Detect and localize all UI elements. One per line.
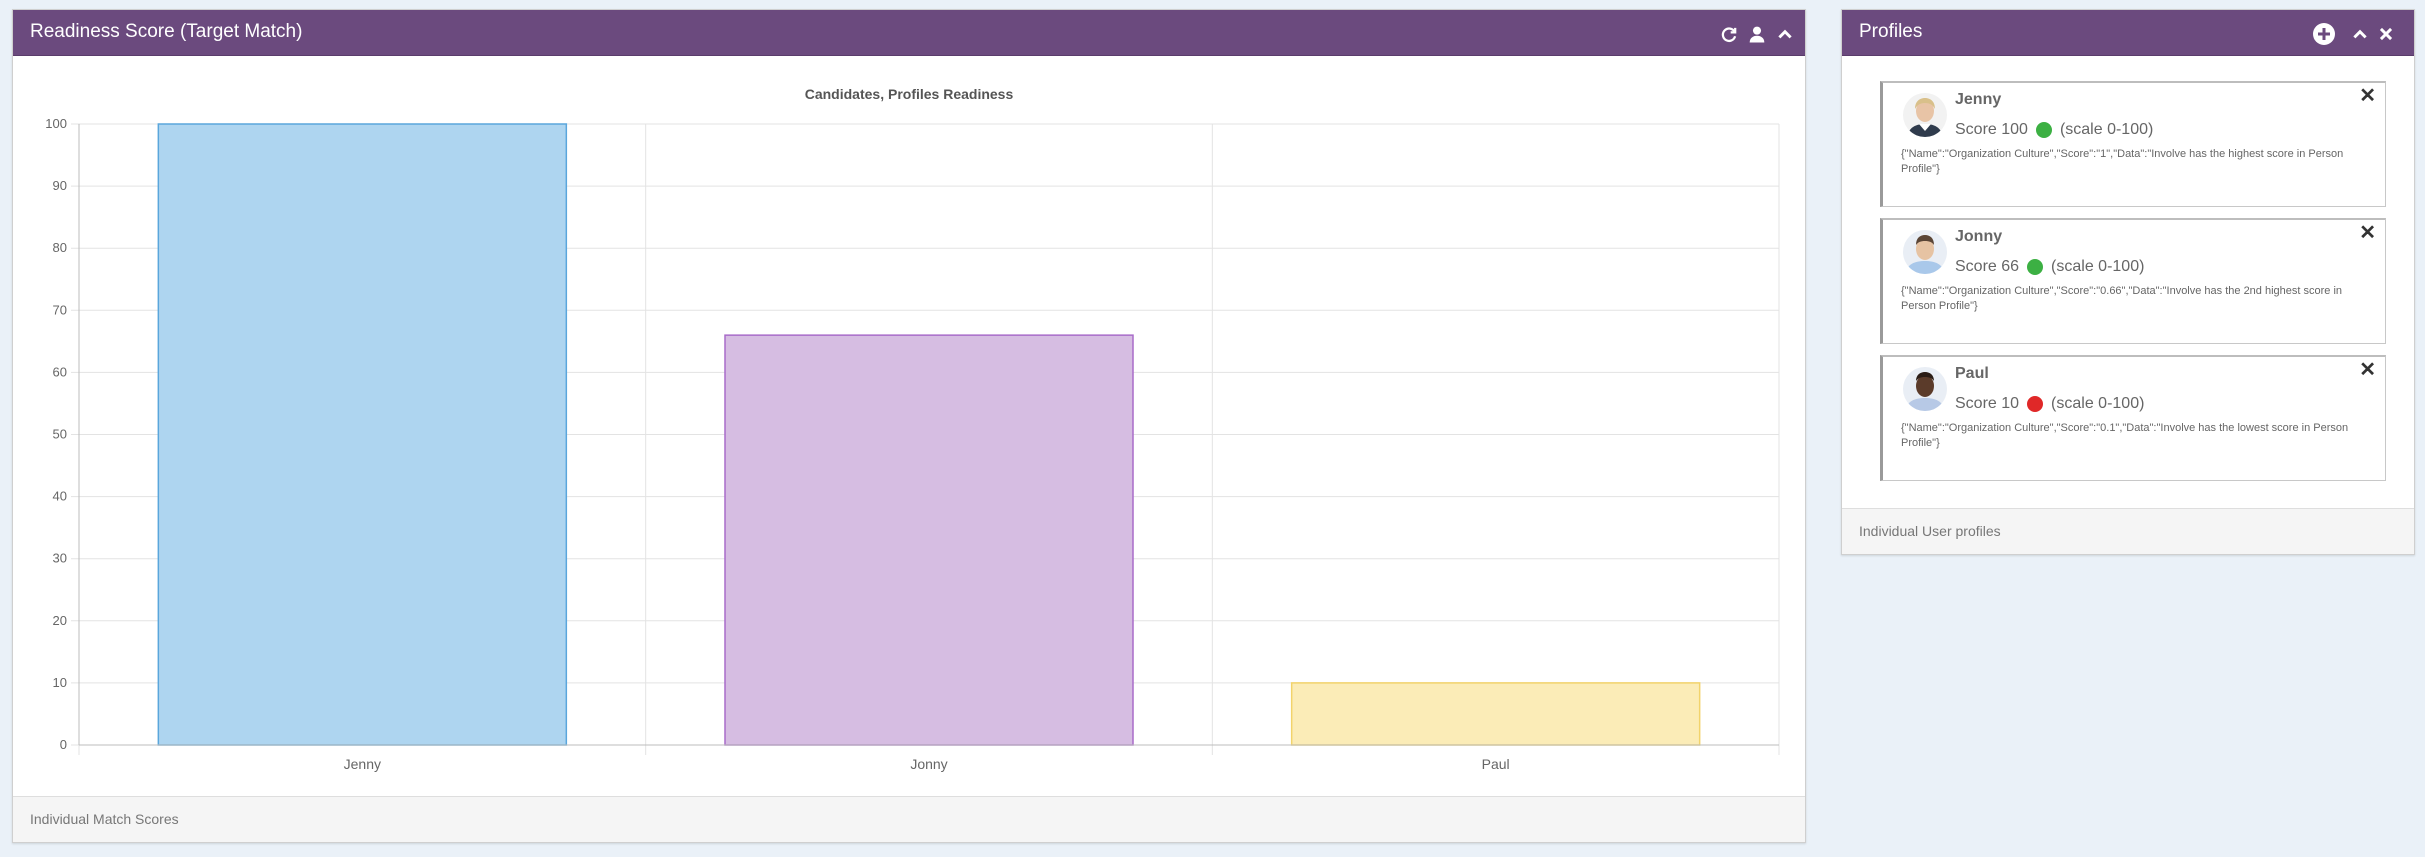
avatar [1903,93,1947,137]
plus-circle-icon[interactable] [2312,22,2336,46]
readiness-bar-chart: Candidates, Profiles Readiness 0 10 20 30 40… [45,86,1780,772]
y-tick-label: 20 [53,613,67,628]
score-text: Score 66 [1955,258,2020,275]
panel-footer: Individual User profiles [1842,508,2414,554]
y-tick-label: 50 [53,427,67,442]
profile-score: Score 10 (scale 0-100) [1955,395,2144,413]
profile-data: {"Name":"Organization Culture","Score":"… [1901,422,2349,449]
profile-score: Score 100 (scale 0-100) [1955,121,2153,139]
score-text: Score 10 [1955,395,2020,412]
profiles-panel: Profiles Jenny Score 100 (scale 0-100) {… [1841,9,2415,555]
profile-name: Jonny [1955,228,2003,245]
profile-score: Score 66 (scale 0-100) [1955,258,2144,276]
profile-data: {"Name":"Organization Culture","Score":"… [1901,285,2343,312]
y-tick-label: 30 [53,551,67,566]
y-tick-label: 10 [53,675,67,690]
chart-title: Candidates, Profiles Readiness [805,86,1014,102]
panel-title: Readiness Score (Target Match) [30,21,303,42]
profile-data: {"Name":"Organization Culture","Score":"… [1901,148,2344,175]
bar [724,334,1134,746]
close-icon[interactable]: ✕ [2359,360,2376,380]
status-dot-icon [2027,396,2044,412]
x-tick-label: Paul [1482,756,1510,772]
close-icon[interactable] [2377,25,2395,43]
footer-label: Individual Match Scores [30,811,179,827]
chevron-up-icon[interactable] [1776,25,1794,43]
x-tick-label: Jenny [344,756,381,772]
panel-header: Readiness Score (Target Match) [13,10,1805,56]
user-icon[interactable] [1748,25,1766,43]
footer-label: Individual User profiles [1859,523,2001,539]
status-dot-icon [2027,259,2044,275]
profile-card: Jonny Score 66 (scale 0-100) {"Name":"Or… [1880,218,2386,344]
avatar [1903,367,1947,411]
y-tick-label: 80 [53,240,67,255]
refresh-icon[interactable] [1720,25,1738,43]
y-tick-label: 40 [53,489,67,504]
y-tick-label: 100 [45,116,67,131]
profile-name: Paul [1955,365,1989,382]
chevron-up-icon[interactable] [2351,25,2369,43]
scale-text: (scale 0-100) [2051,395,2145,412]
y-tick-label: 0 [60,737,67,752]
avatar [1903,230,1947,274]
score-text: Score 100 [1955,121,2028,138]
y-tick-label: 70 [53,302,67,317]
close-icon[interactable]: ✕ [2359,86,2376,106]
panel-header: Profiles [1842,10,2414,56]
readiness-score-panel: Readiness Score (Target Match) Candidate… [12,9,1806,843]
panel-title: Profiles [1859,21,1923,42]
bar [157,123,568,746]
bar [1290,682,1701,746]
panel-footer: Individual Match Scores [13,796,1805,842]
y-tick-label: 90 [53,178,67,193]
close-icon[interactable]: ✕ [2359,223,2376,243]
profile-name: Jenny [1955,91,2002,108]
scale-text: (scale 0-100) [2051,258,2145,275]
profile-card: Paul Score 10 (scale 0-100) {"Name":"Org… [1880,355,2386,481]
scale-text: (scale 0-100) [2059,121,2154,138]
x-tick-label: Jonny [910,756,947,772]
y-tick-label: 60 [53,364,67,379]
profile-card: Jenny Score 100 (scale 0-100) {"Name":"O… [1880,81,2386,207]
status-dot-icon [2035,122,2052,138]
